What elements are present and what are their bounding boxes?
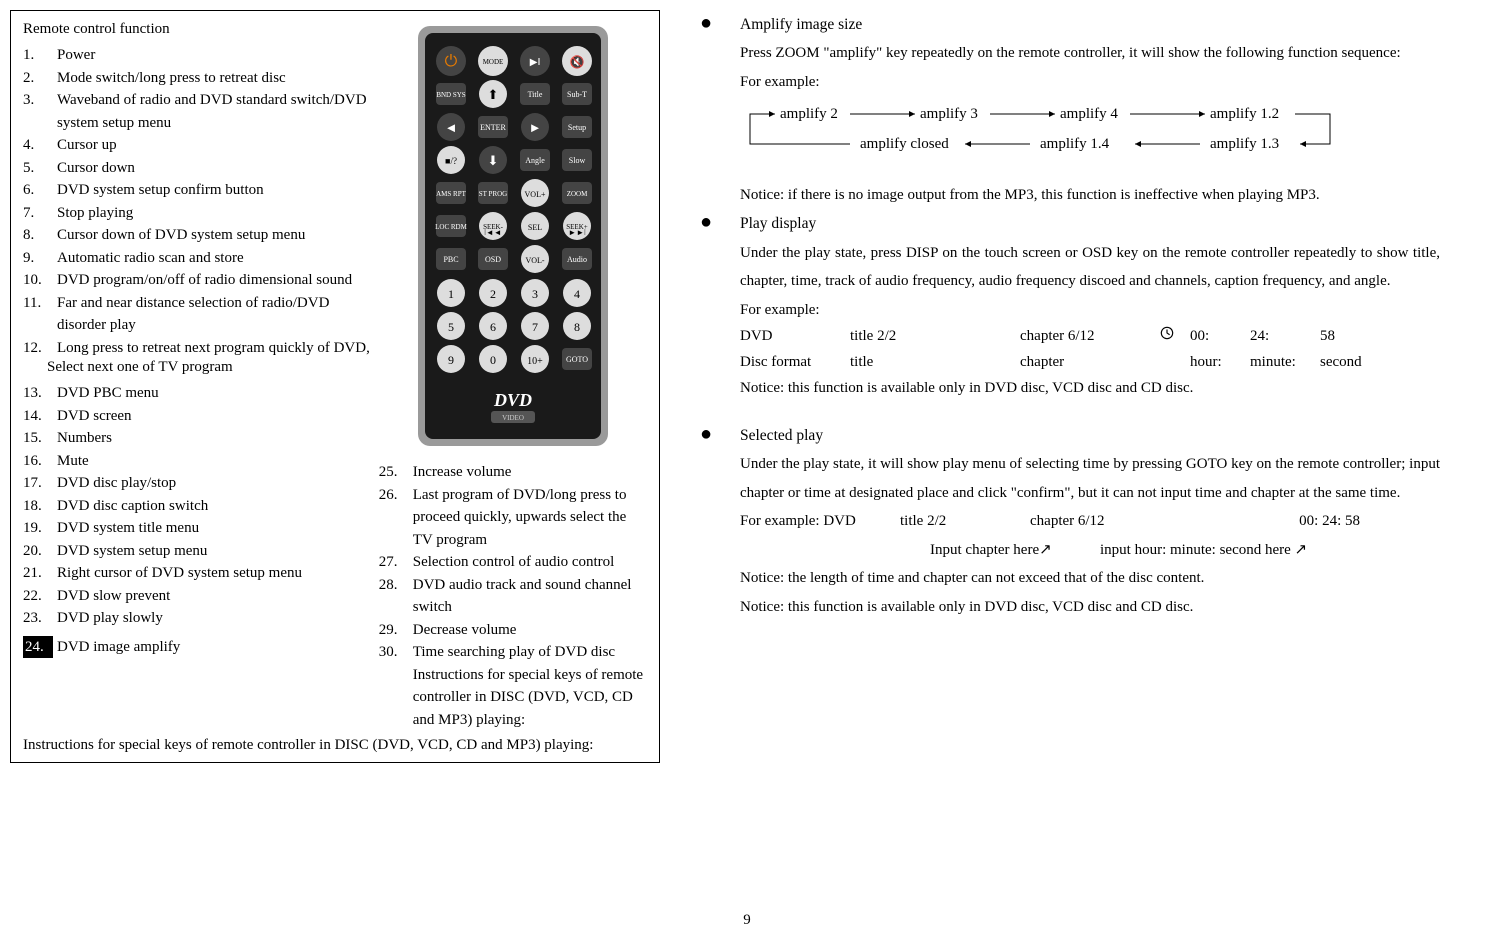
remote-list-c: 25.Increase volume 26.Last program of DV… <box>379 461 647 731</box>
selected-row1: For example: DVDtitle 2/2chapter 6/1200:… <box>700 507 1440 536</box>
clock-icon <box>1160 324 1190 348</box>
play-p2: For example: <box>700 296 1440 325</box>
svg-text:amplify 4: amplify 4 <box>1060 106 1118 122</box>
svg-text:►: ► <box>528 120 541 135</box>
remote-list-b: 13.DVD PBC menu 14.DVD screen 15.Numbers… <box>23 382 371 630</box>
svg-text:SEL: SEL <box>528 223 542 232</box>
selected-p2: Notice: the length of time and chapter c… <box>700 564 1440 593</box>
selected-p3: Notice: this function is available only … <box>700 593 1440 622</box>
play-table: DVDtitle 2/2chapter 6/12 00:24:58 Disc f… <box>700 324 1440 374</box>
svg-text:amplify 2: amplify 2 <box>780 106 838 122</box>
svg-text:3: 3 <box>532 287 538 301</box>
svg-text:LOC RDM: LOC RDM <box>435 223 467 231</box>
svg-text:PBC: PBC <box>443 255 458 264</box>
svg-text:⬇: ⬇ <box>487 153 498 168</box>
svg-text:DVD: DVD <box>493 390 532 410</box>
amplify-p1: Press ZOOM "amplify" key repeatedly on t… <box>700 39 1440 68</box>
svg-text:8: 8 <box>574 320 580 334</box>
svg-text:MODE: MODE <box>483 58 504 66</box>
svg-text:VIDEO: VIDEO <box>502 414 524 422</box>
svg-text:►►ǀ: ►►ǀ <box>568 228 585 237</box>
play-p3: Notice: this function is available only … <box>700 374 1440 403</box>
bullet-icon: ● <box>700 421 740 450</box>
svg-text:amplify 1.2: amplify 1.2 <box>1210 106 1279 122</box>
svg-text:ST PROG: ST PROG <box>479 190 507 198</box>
amplify-title: Amplify image size <box>740 10 862 39</box>
svg-text:ǀ◄◄: ǀ◄◄ <box>484 228 501 237</box>
svg-text:5: 5 <box>448 320 454 334</box>
svg-text:ZOOM: ZOOM <box>567 190 588 198</box>
svg-text:Angle: Angle <box>525 156 545 165</box>
left-panel: Remote control function 1.Power 2.Mode s… <box>10 10 660 763</box>
right-panel: ● Amplify image size Press ZOOM "amplify… <box>700 10 1440 763</box>
svg-text:7: 7 <box>532 320 538 334</box>
bullet-icon: ● <box>700 10 740 39</box>
svg-text:2: 2 <box>490 287 496 301</box>
selected-p1: Under the play state, it will show play … <box>700 450 1440 507</box>
bullet-icon: ● <box>700 209 740 238</box>
amplify-flow: amplify 2 amplify 3 amplify 4 amplify 1.… <box>720 98 1380 168</box>
svg-text:Title: Title <box>527 90 542 99</box>
svg-text:Audio: Audio <box>567 255 587 264</box>
svg-text:amplify 1.3: amplify 1.3 <box>1210 136 1279 152</box>
svg-text:amplify 1.4: amplify 1.4 <box>1040 136 1110 152</box>
svg-text:Sub-T: Sub-T <box>567 90 587 99</box>
svg-text:◄: ◄ <box>444 120 457 135</box>
svg-text:1: 1 <box>448 287 454 301</box>
remote-diagram: ⏻ MODE ▶ǁ 🔇 BND SYS ⬆ Title Sub-T ◄ ENTE… <box>413 21 613 451</box>
svg-text:AMS RPT: AMS RPT <box>436 190 466 198</box>
selected-title: Selected play <box>740 421 823 450</box>
svg-text:⬆: ⬆ <box>487 87 498 102</box>
left-footer: Instructions for special keys of remote … <box>23 737 647 754</box>
svg-text:BND SYS: BND SYS <box>436 91 465 99</box>
svg-text:■/?: ■/? <box>445 156 457 166</box>
selected-row2: Input chapter here↗input hour: minute: s… <box>700 536 1440 565</box>
svg-text:Slow: Slow <box>569 156 586 165</box>
svg-text:VOL+: VOL+ <box>524 190 545 199</box>
amplify-p2: For example: <box>700 68 1440 97</box>
svg-text:🔇: 🔇 <box>569 55 584 69</box>
item12-sub: Select next one of TV program <box>23 359 371 376</box>
svg-text:GOTO: GOTO <box>566 355 588 364</box>
svg-text:10+: 10+ <box>527 356 543 367</box>
svg-text:0: 0 <box>490 353 496 367</box>
svg-text:9: 9 <box>448 353 454 367</box>
svg-text:▶ǁ: ▶ǁ <box>530 57 541 68</box>
svg-text:4: 4 <box>574 287 580 301</box>
svg-text:amplify closed: amplify closed <box>860 136 949 152</box>
remote-title: Remote control function <box>23 21 371 38</box>
play-p1: Under the play state, press DISP on the … <box>700 239 1440 296</box>
svg-text:ENTER: ENTER <box>480 123 506 132</box>
svg-text:Setup: Setup <box>568 123 586 132</box>
svg-text:6: 6 <box>490 320 496 334</box>
page-number: 9 <box>0 912 1494 929</box>
svg-text:VOL-: VOL- <box>525 256 544 265</box>
svg-text:OSD: OSD <box>485 255 501 264</box>
amplify-p3: Notice: if there is no image output from… <box>700 181 1440 210</box>
play-title: Play display <box>740 209 816 238</box>
remote-list-24: 24.DVD image amplify <box>23 636 371 659</box>
remote-list-a: 1.Power 2.Mode switch/long press to retr… <box>23 44 371 359</box>
svg-text:amplify 3: amplify 3 <box>920 106 978 122</box>
svg-text:⏻: ⏻ <box>445 53 458 70</box>
